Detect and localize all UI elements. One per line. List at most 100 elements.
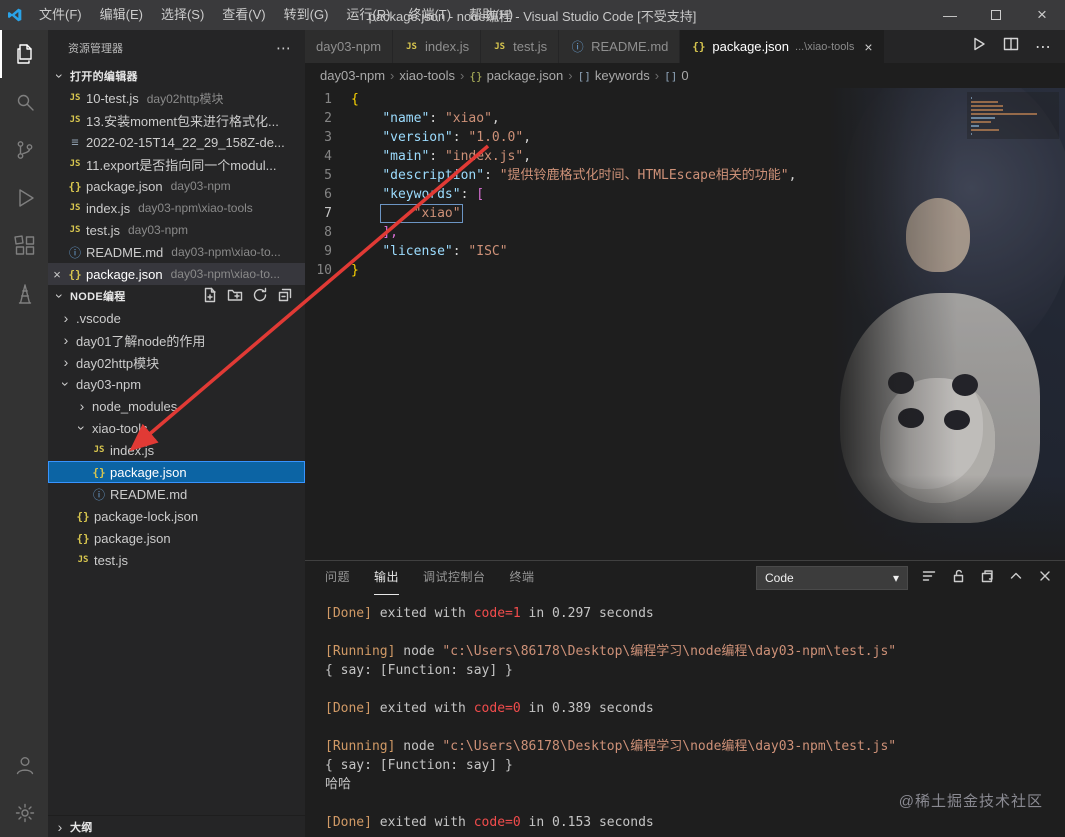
tab-label: test.js	[513, 39, 548, 54]
output-channel-select[interactable]: Code ▾	[756, 566, 908, 590]
tower-icon[interactable]	[0, 270, 48, 318]
open-editors-header[interactable]: › 打开的编辑器	[48, 65, 305, 87]
breadcrumb-label: package.json	[486, 68, 564, 83]
menu-item-2[interactable]: 选择(S)	[152, 0, 213, 30]
tab-label: package.json	[712, 39, 790, 54]
search-icon[interactable]	[0, 78, 48, 126]
workspace-section-header[interactable]: › NODE编程	[48, 285, 305, 307]
run-code-button[interactable]	[971, 36, 987, 57]
open-editor-item-1[interactable]: JS 13.安装moment包来进行格式化...	[48, 109, 305, 131]
new-folder-button[interactable]	[227, 287, 243, 306]
tree-item-11[interactable]: JS test.js	[48, 549, 305, 571]
code-line-4[interactable]: 4 "main": "index.js",	[305, 147, 1065, 166]
tree-item-3[interactable]: › day03-npm	[48, 373, 305, 395]
tree-item-8[interactable]: ⓘ README.md	[48, 483, 305, 505]
output-line-3: { say: [Function: say] }	[325, 661, 1051, 680]
tree-item-7[interactable]: {} package.json	[48, 461, 305, 483]
panel-tab-0[interactable]: 问题	[325, 561, 350, 595]
pages-button[interactable]	[979, 568, 995, 589]
more-actions-button[interactable]: ⋯	[1035, 37, 1051, 57]
js-file-icon: JS	[494, 41, 506, 52]
code-line-9[interactable]: 9 "license": "ISC"	[305, 242, 1065, 261]
new-file-button[interactable]	[202, 287, 218, 306]
activity-bar	[0, 30, 48, 837]
code-line-6[interactable]: 6 "keywords": [	[305, 185, 1065, 204]
code-line-5[interactable]: 5 "description": "提供铃鹿格式化时间、HTMLEscape相关…	[305, 166, 1065, 185]
tree-item-2[interactable]: › day02http模块	[48, 351, 305, 373]
close-icon[interactable]: ×	[48, 267, 66, 282]
settings-icon[interactable]	[0, 789, 48, 837]
minimap[interactable]	[967, 92, 1059, 139]
extensions-icon[interactable]	[0, 222, 48, 270]
open-editor-item-6[interactable]: JS test.js day03-npm	[48, 219, 305, 241]
tree-item-1[interactable]: › day01了解node的作用	[48, 329, 305, 351]
panel-tab-2[interactable]: 调试控制台	[423, 561, 486, 595]
open-editor-item-4[interactable]: {} package.json day03-npm	[48, 175, 305, 197]
tab-2[interactable]: JS test.js	[481, 30, 560, 63]
source-control-icon[interactable]	[0, 126, 48, 174]
tab-4[interactable]: {} package.json ...\xiao-tools ×	[680, 30, 885, 63]
editor-pane[interactable]: 1{2 "name": "xiao", 3 "version": "1.0.0",…	[305, 88, 1065, 560]
maximize-panel-button[interactable]	[1008, 568, 1024, 589]
open-editor-item-8[interactable]: ×{} package.json day03-npm\xiao-to...	[48, 263, 305, 285]
close-window-button[interactable]: ×	[1019, 0, 1065, 30]
line-number: 6	[324, 187, 332, 202]
js-file-icon: JS	[69, 203, 81, 213]
file-tree: › .vscode › day01了解node的作用 › day02http模块 › day0…	[48, 307, 305, 815]
tree-item-5[interactable]: › xiao-tools	[48, 417, 305, 439]
panel-tab-3[interactable]: 终端	[510, 561, 535, 595]
menu-item-1[interactable]: 编辑(E)	[91, 0, 152, 30]
file-name: test.js	[86, 222, 120, 238]
tab-3[interactable]: ⓘ README.md	[559, 30, 681, 63]
maximize-button[interactable]	[973, 0, 1019, 30]
tree-item-10[interactable]: {} package.json	[48, 527, 305, 549]
breadcrumb-item-1[interactable]: xiao-tools	[399, 68, 455, 83]
outline-header[interactable]: › 大纲	[48, 815, 305, 837]
tree-item-4[interactable]: › node_modules	[48, 395, 305, 417]
explorer-icon[interactable]	[0, 30, 48, 78]
code-line-3[interactable]: 3 "version": "1.0.0",	[305, 128, 1065, 147]
open-editor-item-5[interactable]: JS index.js day03-npm\xiao-tools	[48, 197, 305, 219]
code-line-8[interactable]: 8 ],	[305, 223, 1065, 242]
tab-0[interactable]: day03-npm	[305, 30, 394, 63]
open-editor-item-3[interactable]: JS 11.export是否指向同一个modul...	[48, 153, 305, 175]
close-icon[interactable]: ×	[864, 39, 872, 55]
open-editor-item-2[interactable]: ≡ 2022-02-15T14_22_29_158Z-de...	[48, 131, 305, 153]
more-actions-icon[interactable]: ⋯	[276, 39, 291, 57]
tree-item-9[interactable]: {} package-lock.json	[48, 505, 305, 527]
breadcrumb-item-0[interactable]: day03-npm	[320, 68, 385, 83]
output-token: in 0.389 seconds	[520, 701, 654, 716]
run-debug-icon[interactable]	[0, 174, 48, 222]
code-token: :	[452, 130, 469, 145]
account-icon[interactable]	[0, 741, 48, 789]
open-editor-item-0[interactable]: JS 10-test.js day02http模块	[48, 87, 305, 109]
open-editor-item-7[interactable]: ⓘ README.md day03-npm\xiao-to...	[48, 241, 305, 263]
code-line-7[interactable]: 7 "xiao"	[305, 204, 1065, 223]
code-line-2[interactable]: 2 "name": "xiao",	[305, 109, 1065, 128]
json-file-icon: {}	[692, 40, 706, 53]
breadcrumb-item-4[interactable]: [] 0	[664, 68, 688, 83]
panel-tab-1[interactable]: 输出	[374, 561, 400, 595]
clear-output-button[interactable]	[921, 568, 937, 589]
code-line-10[interactable]: 10}	[305, 261, 1065, 280]
breadcrumb-item-3[interactable]: [] keywords	[578, 68, 650, 83]
collapse-folders-button[interactable]	[277, 287, 293, 306]
close-panel-button[interactable]	[1037, 568, 1053, 589]
file-description: day03-npm	[170, 179, 231, 193]
menu-item-4[interactable]: 转到(G)	[275, 0, 338, 30]
menu-item-0[interactable]: 文件(F)	[30, 0, 91, 30]
refresh-explorer-button[interactable]	[252, 287, 268, 306]
unlock-button[interactable]	[950, 568, 966, 589]
breadcrumb-item-2[interactable]: {} package.json	[469, 68, 563, 83]
code-token: {	[351, 92, 359, 107]
code-line-1[interactable]: 1{	[305, 90, 1065, 109]
tree-item-0[interactable]: › .vscode	[48, 307, 305, 329]
tab-1[interactable]: JS index.js	[393, 30, 482, 63]
menu-item-3[interactable]: 查看(V)	[213, 0, 274, 30]
tree-item-6[interactable]: JS index.js	[48, 439, 305, 461]
minimize-button[interactable]: —	[927, 0, 973, 30]
split-editor-button[interactable]	[1003, 36, 1019, 57]
breadcrumb-separator: ›	[460, 68, 465, 83]
